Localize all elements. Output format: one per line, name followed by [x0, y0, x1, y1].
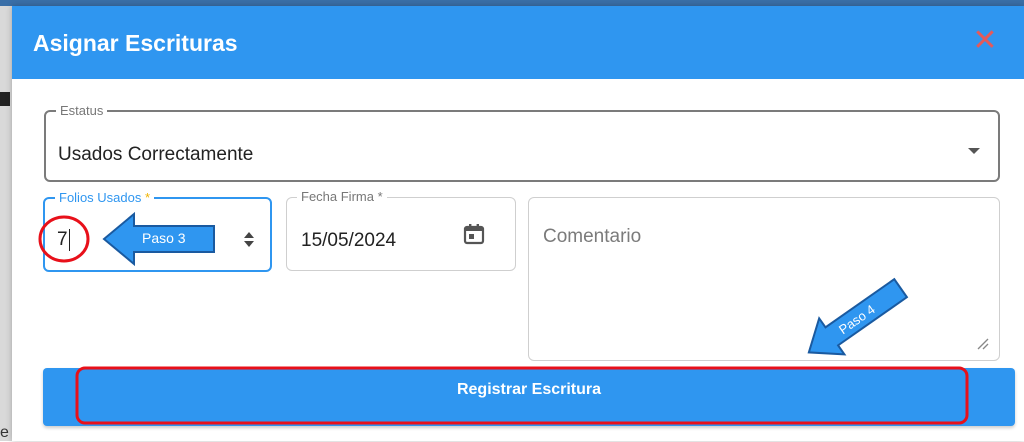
- fecha-value[interactable]: 15/05/2024: [301, 230, 396, 252]
- background-partial-text: e: [0, 424, 9, 441]
- close-icon[interactable]: ✕: [970, 26, 1000, 56]
- fecha-label: Fecha Firma *: [297, 189, 387, 204]
- register-deed-button[interactable]: Registrar Escritura: [43, 368, 1015, 426]
- comment-placeholder: Comentario: [543, 226, 642, 247]
- chevron-down-icon[interactable]: [968, 148, 980, 154]
- assign-deeds-dialog: Asignar Escrituras ✕ Estatus Usados Corr…: [12, 6, 1024, 441]
- folios-used-field[interactable]: Folios Usados * 7: [43, 190, 272, 272]
- folios-input-value[interactable]: 7: [57, 229, 70, 251]
- folios-label-text: Folios Usados: [59, 190, 142, 205]
- stepper-down-icon[interactable]: [244, 241, 254, 247]
- stepper-up-icon[interactable]: [244, 232, 254, 238]
- status-label: Estatus: [56, 103, 108, 118]
- dialog-title: Asignar Escrituras: [33, 30, 238, 56]
- folios-label: Folios Usados *: [55, 190, 155, 205]
- dialog-header: Asignar Escrituras ✕: [12, 6, 1024, 79]
- comment-textarea[interactable]: Comentario: [528, 197, 1000, 361]
- quantity-stepper[interactable]: [244, 230, 256, 250]
- required-mark: *: [145, 190, 151, 205]
- signature-date-field[interactable]: Fecha Firma * 15/05/2024: [286, 189, 516, 271]
- calendar-icon[interactable]: [463, 223, 485, 245]
- resize-handle-icon[interactable]: [975, 336, 989, 350]
- status-value: Usados Correctamente: [58, 144, 254, 165]
- background-left-page: e: [0, 6, 12, 441]
- status-select[interactable]: Estatus Usados Correctamente: [44, 103, 1000, 182]
- background-mark: [0, 92, 10, 106]
